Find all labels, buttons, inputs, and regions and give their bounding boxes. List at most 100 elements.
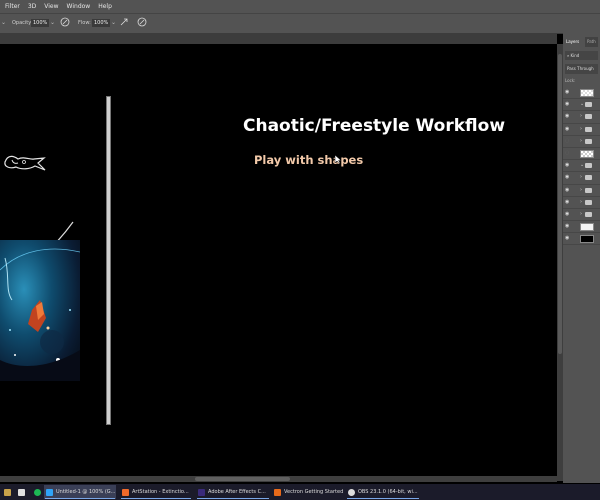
menu-filter[interactable]: Filter [5,3,20,10]
taskbar-app-icon[interactable] [16,485,26,499]
visibility-eye-icon[interactable]: ◉ [565,187,570,193]
expand-arrow-icon[interactable]: › [580,199,582,205]
taskbar-item-label: ArtStation - Extinctio... [132,489,189,495]
layer-group-row[interactable]: ◉ › [563,185,600,197]
spaceship-sketch [4,155,46,171]
visibility-eye-icon[interactable]: ◉ [565,163,570,168]
layer-group-row[interactable]: ◉ › [563,172,600,185]
taskbar-spotify[interactable] [32,485,42,499]
opacity-dropdown-icon[interactable]: ⌄ [50,19,55,26]
opacity-field[interactable]: 100% [31,19,50,27]
menu-window[interactable]: Window [67,3,91,10]
flow-dropdown-icon[interactable]: ⌄ [111,19,116,26]
layer-thumbnail [580,149,594,158]
visibility-eye-icon[interactable]: ◉ [565,199,570,205]
browser-icon [122,488,129,496]
expand-arrow-icon[interactable]: › [580,113,582,119]
folder-icon [585,199,592,205]
horizontal-scrollbar[interactable] [0,476,557,482]
taskbar-after-effects[interactable]: Adobe After Effects C... [196,485,270,499]
taskbar-item-label: Vectron Getting Started [284,489,344,495]
tab-layers[interactable]: Layers [564,37,582,47]
flow-label: Flow: [78,20,91,26]
layer-thumbnail [580,223,594,232]
expand-arrow-icon[interactable]: ⌄ [580,101,584,107]
expand-arrow-icon[interactable]: › [580,138,582,144]
active-indicator [121,498,191,499]
blend-mode-select[interactable]: Pass Through [565,64,598,74]
obs-icon [348,488,355,496]
horizontal-scroll-thumb[interactable] [195,477,290,481]
panel-tabs: Layers Path [563,37,600,47]
visibility-eye-icon[interactable]: ◉ [565,224,570,229]
app-icon [18,488,25,496]
visibility-eye-icon[interactable]: ◌ [565,138,570,144]
folder-icon [585,187,592,193]
visibility-eye-icon[interactable]: ◉ [565,175,570,180]
expand-arrow-icon[interactable]: › [580,187,582,193]
folder-icon [585,211,592,217]
chevron-down-icon[interactable]: ⌄ [1,19,6,26]
taskbar-obs[interactable]: OBS 23.1.0 (64-bit, wi... [346,485,420,499]
spotify-icon [34,488,41,496]
folder-icon [585,114,592,120]
cursor-icon [334,154,342,164]
folder-icon [585,163,592,169]
layer-row[interactable]: ◌ [563,148,600,161]
layer-row[interactable]: ◉ [563,221,600,234]
taskbar-photoshop[interactable]: Untitled-1 @ 100% (G... [44,485,116,499]
layer-thumbnail [580,89,594,97]
folder-icon [585,102,592,108]
taskbar-item-label: Untitled-1 @ 100% (G... [56,489,116,495]
visibility-eye-icon[interactable]: ◉ [565,126,570,132]
layer-filter-kind[interactable]: ⌕ Kind [565,51,598,60]
lock-row: Lock: [565,77,598,85]
photoshop-icon [46,488,53,496]
expand-arrow-icon[interactable]: ⌄ [580,162,584,168]
document-tab-strip [0,33,557,44]
active-indicator [197,498,269,499]
expand-arrow-icon[interactable]: › [580,174,582,180]
visibility-eye-icon[interactable]: ◉ [565,90,570,95]
flow-field[interactable]: 100% [92,19,111,27]
vertical-scroll-thumb[interactable] [558,54,562,354]
background-layer-thumbnail [580,235,594,244]
visibility-eye-icon[interactable]: ◉ [565,236,570,241]
taskbar-item-label: Adobe After Effects C... [208,489,266,495]
taskbar-app-icon[interactable] [2,485,12,499]
visibility-eye-icon[interactable]: ◉ [565,114,570,119]
layer-row[interactable]: ◉ [563,233,600,246]
layer-group-row[interactable]: ◉ ⌄ [563,99,600,112]
expand-arrow-icon[interactable]: › [580,211,582,217]
visibility-eye-icon[interactable]: ◉ [565,102,570,107]
document-canvas[interactable]: Chaotic/Freestyle Workflow Play with sha… [0,44,557,481]
menu-3d[interactable]: 3D [28,3,36,10]
active-indicator [45,498,115,499]
visibility-eye-icon[interactable]: ◌ [565,150,570,156]
layer-group-row[interactable]: ◉ › [563,124,600,136]
layers-list: ◉ ◉ ⌄ ◉ › ◉ › ◌ › ◌ ◉ ⌄ ◉ › ◉ › ◉ › ◉ › ◉ ◉ [563,87,600,246]
airbrush-icon[interactable] [119,17,129,27]
taskbar-browser[interactable]: ArtStation - Extinctio... [120,485,192,499]
vectron-icon [274,488,281,496]
visibility-eye-icon[interactable]: ◉ [565,211,570,217]
layer-filter-label: Kind [570,53,580,58]
active-indicator [347,498,419,499]
menu-view[interactable]: View [44,3,58,10]
layer-group-row[interactable]: ◉ ⌄ [563,160,600,173]
opacity-label: Opacity: [12,20,33,26]
taskbar-vectron[interactable]: Vectron Getting Started [272,485,344,499]
windows-taskbar: Untitled-1 @ 100% (G... ArtStation - Ext… [0,484,600,500]
expand-arrow-icon[interactable]: › [580,126,582,132]
pressure-size-icon[interactable] [137,17,147,27]
folder-icon [4,488,11,496]
menu-help[interactable]: Help [98,3,112,10]
layer-row[interactable]: ◉ [563,87,600,100]
layer-group-row[interactable]: ◉ › [563,111,600,124]
layer-group-row[interactable]: ◉ › [563,209,600,222]
pressure-opacity-icon[interactable] [60,17,70,27]
layer-group-row[interactable]: ◉ › [563,197,600,209]
taskbar-item-label: OBS 23.1.0 (64-bit, wi... [358,489,418,495]
layer-group-row[interactable]: ◌ › [563,136,600,148]
tab-paths[interactable]: Path [585,37,598,47]
